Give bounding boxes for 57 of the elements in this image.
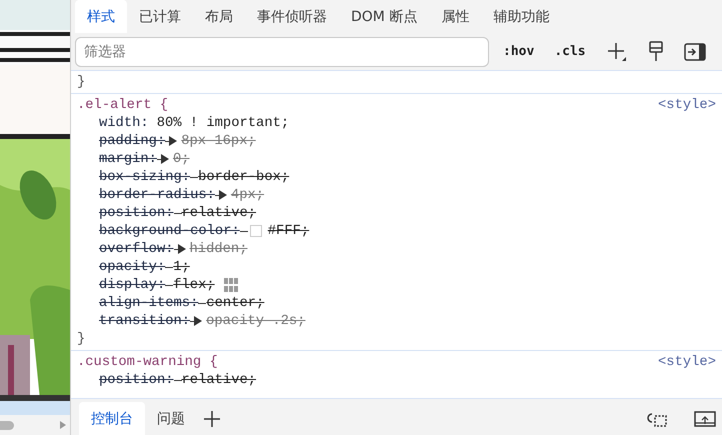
css-selector: .custom-warning { <box>77 354 218 370</box>
css-property: display: <box>99 278 166 292</box>
css-value: relative; <box>182 372 256 388</box>
css-property: transition: <box>99 314 190 328</box>
closing-brace: } <box>77 74 86 90</box>
dock-bottom-icon <box>694 410 716 428</box>
style-source-link[interactable]: <style> <box>658 354 716 370</box>
filter-field[interactable]: 筛选器 <box>75 36 489 66</box>
css-value: #FFF; <box>268 224 310 238</box>
panel-tab[interactable]: 布局 <box>193 0 245 33</box>
css-property: position: <box>99 206 174 220</box>
css-value: 1; <box>173 260 190 274</box>
css-property: box-sizing: <box>99 170 190 184</box>
panel-tab[interactable]: 属性 <box>429 0 482 33</box>
panel-tab[interactable]: 辅助功能 <box>481 0 562 33</box>
css-value: hidden; <box>190 242 248 256</box>
flexbox-editor-icon[interactable] <box>222 277 239 293</box>
panel-tab[interactable]: DOM 断点 <box>339 0 430 33</box>
css-value: 4px; <box>230 188 264 202</box>
css-property: padding: <box>99 134 166 148</box>
css-value: opacity .2s; <box>206 314 306 328</box>
color-swatch[interactable] <box>250 225 262 237</box>
css-property: width: <box>99 116 149 130</box>
closing-brace: } <box>77 332 86 346</box>
css-property: align-items: <box>99 296 198 310</box>
expand-triangle-icon[interactable] <box>218 190 227 200</box>
css-property: position: <box>99 372 174 388</box>
expand-triangle-icon[interactable] <box>178 244 186 254</box>
css-property: opacity: <box>99 260 166 274</box>
panel-tab[interactable]: 事件侦听器 <box>245 0 339 33</box>
toggle-button[interactable]: .cls <box>548 40 592 63</box>
scrollbar[interactable] <box>0 415 70 435</box>
css-value: 0; <box>172 152 190 166</box>
css-value: relative; <box>182 206 256 220</box>
drawer-tab[interactable]: 控制台 <box>79 402 145 435</box>
css-value: 80% ! important; <box>156 116 290 130</box>
toggle-button[interactable]: :hov <box>497 40 540 63</box>
panel-tab[interactable]: 样式 <box>75 0 127 33</box>
css-property: background-color: <box>99 224 240 238</box>
sidebar-icon <box>684 42 706 60</box>
css-property: margin: <box>99 152 157 166</box>
css-selector: .el-alert { <box>77 98 168 112</box>
scroll-right-icon[interactable] <box>60 421 66 429</box>
drawer-tab[interactable]: 问题 <box>145 402 197 435</box>
expand-triangle-icon[interactable] <box>194 316 202 326</box>
panel-tab[interactable]: 已计算 <box>127 0 193 33</box>
plus-icon <box>203 410 221 428</box>
style-source-link[interactable]: <style> <box>658 98 716 112</box>
css-value: 8px 16px; <box>181 134 256 148</box>
scroll-thumb[interactable] <box>0 420 14 430</box>
paint-brush-icon <box>648 40 664 62</box>
css-value: border-box; <box>198 170 290 184</box>
plus-icon <box>606 40 628 62</box>
css-value: flex; <box>173 278 215 292</box>
css-property: border-radius: <box>99 188 215 202</box>
css-property: overflow: <box>99 242 174 256</box>
css-value: center; <box>206 296 264 310</box>
